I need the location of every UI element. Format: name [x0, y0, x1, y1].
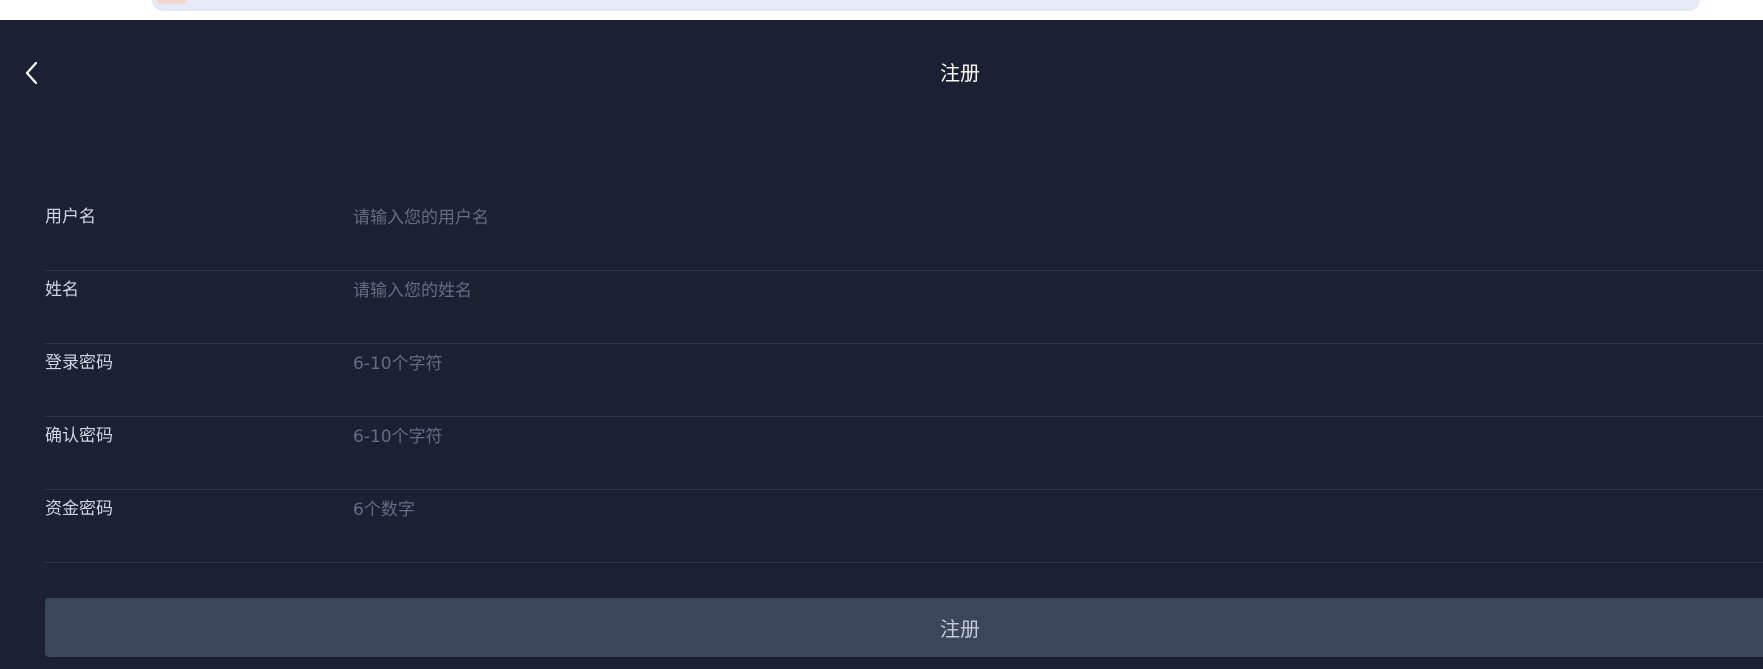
register-page: 注册 用户名 姓名 登录密码 确认密码 资金密码 注册 [0, 20, 1763, 669]
browser-profile-icon [157, 0, 187, 4]
form-row-fund-password: 资金密码 [45, 490, 1763, 563]
address-bar [152, 0, 1700, 11]
confirm-password-label: 确认密码 [45, 426, 113, 446]
fund-password-input[interactable] [353, 492, 1733, 528]
form-row-confirm-password: 确认密码 [45, 417, 1763, 490]
register-submit-button[interactable]: 注册 [45, 598, 1763, 657]
name-label: 姓名 [45, 280, 79, 300]
login-password-input[interactable] [353, 346, 1733, 382]
page-title: 注册 [940, 61, 980, 85]
form-row-username: 用户名 [45, 198, 1763, 271]
browser-top-strip [0, 0, 1763, 20]
name-input[interactable] [353, 273, 1733, 309]
login-password-label: 登录密码 [45, 353, 113, 373]
username-input[interactable] [353, 200, 1733, 236]
form-row-login-password: 登录密码 [45, 344, 1763, 417]
form-row-name: 姓名 [45, 271, 1763, 344]
confirm-password-input[interactable] [353, 419, 1733, 455]
username-label: 用户名 [45, 207, 96, 227]
fund-password-label: 资金密码 [45, 499, 113, 519]
register-form: 用户名 姓名 登录密码 确认密码 资金密码 [45, 198, 1763, 563]
